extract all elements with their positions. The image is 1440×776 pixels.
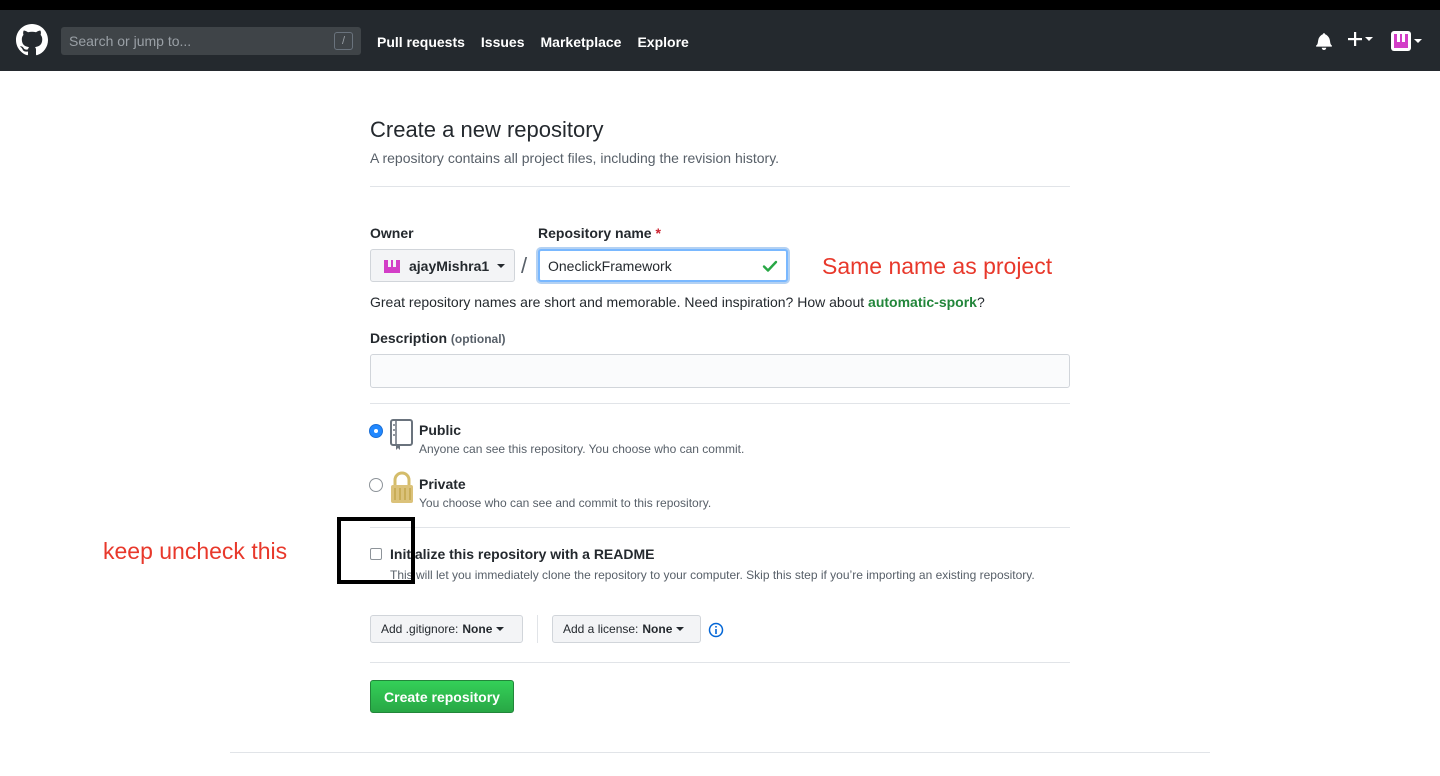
description-label-text: Description bbox=[370, 330, 448, 346]
optional-tag: (optional) bbox=[450, 332, 506, 346]
plus-icon bbox=[1348, 32, 1362, 46]
nav-issues[interactable]: Issues bbox=[481, 34, 525, 50]
license-value: None bbox=[642, 622, 673, 636]
user-menu[interactable] bbox=[1391, 31, 1422, 51]
readme-desc: This will let you immediately clone the … bbox=[390, 568, 1035, 582]
owner-repo-separator: / bbox=[521, 253, 528, 278]
info-icon[interactable] bbox=[708, 622, 724, 638]
window-top-strip bbox=[0, 0, 1440, 10]
chevron-down-icon bbox=[1414, 39, 1422, 43]
chevron-down-icon bbox=[497, 263, 506, 268]
annotation-keep-unchecked: keep uncheck this bbox=[103, 538, 288, 564]
divider bbox=[370, 527, 1070, 528]
create-new-menu[interactable] bbox=[1348, 32, 1373, 46]
license-label: Add a license: bbox=[563, 622, 639, 636]
repository-name-value: OneclickFramework bbox=[548, 257, 672, 274]
check-icon bbox=[762, 260, 778, 272]
private-radio[interactable] bbox=[369, 478, 383, 492]
repo-name-label: Repository name * bbox=[538, 225, 661, 241]
gitignore-select[interactable]: Add .gitignore: None bbox=[370, 615, 523, 643]
public-desc: Anyone can see this repository. You choo… bbox=[419, 442, 745, 456]
owner-value: ajayMishra1 bbox=[409, 257, 490, 274]
readme-title: Initialize this repository with a README bbox=[390, 546, 655, 562]
gitignore-value: None bbox=[462, 622, 493, 636]
hint-suffix: ? bbox=[976, 294, 985, 310]
required-mark: * bbox=[655, 225, 661, 241]
github-logo-icon[interactable] bbox=[16, 24, 48, 56]
annotation-same-name: Same name as project bbox=[822, 253, 1053, 279]
private-title: Private bbox=[419, 476, 466, 492]
hint-text: Great repository names are short and mem… bbox=[370, 294, 865, 310]
owner-label: Owner bbox=[370, 225, 414, 241]
select-separator bbox=[537, 615, 538, 643]
repository-name-input[interactable]: OneclickFramework bbox=[538, 249, 788, 282]
chevron-down-icon bbox=[1365, 37, 1373, 41]
main-nav: Pull requests Issues Marketplace Explore bbox=[377, 34, 689, 50]
public-title: Public bbox=[419, 422, 462, 438]
repo-book-icon bbox=[390, 419, 413, 450]
footer-divider bbox=[230, 752, 1210, 753]
description-input[interactable] bbox=[370, 354, 1070, 388]
annotation-highlight-box bbox=[337, 517, 415, 584]
search-placeholder: Search or jump to... bbox=[69, 33, 192, 49]
avatar bbox=[1391, 31, 1411, 51]
public-radio[interactable] bbox=[369, 424, 383, 438]
description-label: Description (optional) bbox=[370, 330, 506, 346]
divider bbox=[370, 662, 1070, 663]
notification-bell-icon[interactable] bbox=[1316, 32, 1332, 50]
search-shortcut-badge: / bbox=[334, 32, 353, 50]
lock-icon bbox=[391, 471, 413, 503]
nav-pull-requests[interactable]: Pull requests bbox=[377, 34, 465, 50]
owner-select[interactable]: ajayMishra1 bbox=[370, 249, 515, 282]
chevron-down-icon bbox=[676, 627, 685, 631]
license-select[interactable]: Add a license: None bbox=[552, 615, 701, 643]
divider bbox=[370, 186, 1070, 187]
name-suggestion-link[interactable]: automatic-spork bbox=[868, 294, 977, 310]
owner-avatar bbox=[384, 259, 400, 273]
gitignore-label: Add .gitignore: bbox=[381, 622, 459, 636]
divider bbox=[370, 403, 1070, 404]
chevron-down-icon bbox=[496, 627, 505, 631]
nav-explore[interactable]: Explore bbox=[637, 34, 688, 50]
search-input[interactable]: Search or jump to... / bbox=[61, 27, 361, 55]
repo-name-label-text: Repository name bbox=[538, 225, 652, 241]
page-title: Create a new repository bbox=[370, 117, 604, 142]
private-desc: You choose who can see and commit to thi… bbox=[419, 496, 712, 510]
top-header: Search or jump to... / Pull requests Iss… bbox=[0, 10, 1440, 71]
repo-name-hint: Great repository names are short and mem… bbox=[370, 294, 985, 310]
page-subtitle: A repository contains all project files,… bbox=[370, 150, 780, 166]
nav-marketplace[interactable]: Marketplace bbox=[541, 34, 622, 50]
create-repository-button[interactable]: Create repository bbox=[370, 680, 514, 713]
